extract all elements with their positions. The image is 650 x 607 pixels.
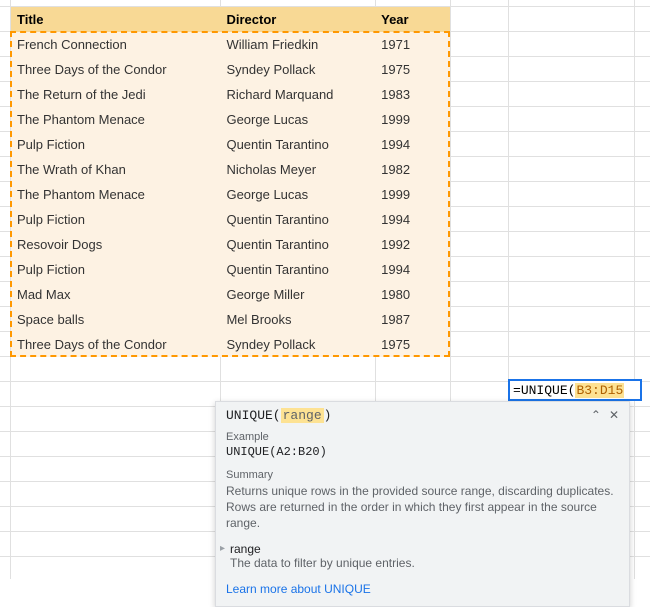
tooltip-param-name: range — [230, 542, 619, 556]
cell-director[interactable]: Quentin Tarantino — [220, 207, 375, 232]
tooltip-example-text: UNIQUE(A2:B20) — [226, 445, 619, 459]
header-title[interactable]: Title — [11, 7, 220, 32]
caret-right-icon: ▸ — [220, 543, 230, 554]
tooltip-summary-label: Summary — [226, 469, 619, 481]
formula-input-cell[interactable]: =UNIQUE(B3:D15 — [508, 379, 642, 401]
cell-title[interactable]: The Phantom Menace — [11, 107, 220, 132]
table-row[interactable]: The Phantom MenaceGeorge Lucas1999 — [11, 182, 450, 207]
table-row[interactable]: The Phantom MenaceGeorge Lucas1999 — [11, 107, 450, 132]
table-header-row: Title Director Year — [11, 7, 450, 32]
table-row[interactable]: Mad MaxGeorge Miller1980 — [11, 282, 450, 307]
cell-title[interactable]: Mad Max — [11, 282, 220, 307]
formula-equals: = — [513, 383, 521, 398]
cell-year[interactable]: 1980 — [375, 282, 450, 307]
cell-year[interactable]: 1983 — [375, 82, 450, 107]
cell-year[interactable]: 1975 — [375, 332, 450, 357]
cell-director[interactable]: Richard Marquand — [220, 82, 375, 107]
cell-director[interactable]: Quentin Tarantino — [220, 232, 375, 257]
table-body: French ConnectionWilliam Friedkin1971Thr… — [11, 32, 450, 357]
data-table: Title Director Year French ConnectionWil… — [10, 6, 450, 357]
formula-function-name: UNIQUE — [521, 383, 568, 398]
cell-director[interactable]: Syndey Pollack — [220, 332, 375, 357]
function-help-tooltip: UNIQUE(range) ⌃ ✕ Example UNIQUE(A2:B20)… — [215, 401, 630, 607]
table-row[interactable]: Pulp FictionQuentin Tarantino1994 — [11, 132, 450, 157]
tooltip-example-label: Example — [226, 431, 619, 443]
header-year[interactable]: Year — [375, 7, 450, 32]
formula-open-paren: ( — [568, 383, 576, 398]
tooltip-link-section: Learn more about UNIQUE — [216, 576, 629, 606]
cell-year[interactable]: 1992 — [375, 232, 450, 257]
learn-more-link[interactable]: Learn more about UNIQUE — [226, 582, 371, 596]
cell-title[interactable]: Pulp Fiction — [11, 132, 220, 157]
cell-director[interactable]: Nicholas Meyer — [220, 157, 375, 182]
cell-title[interactable]: Space balls — [11, 307, 220, 332]
tooltip-signature-close: ) — [324, 408, 332, 423]
table-row[interactable]: The Wrath of KhanNicholas Meyer1982 — [11, 157, 450, 182]
cell-year[interactable]: 1971 — [375, 32, 450, 57]
tooltip-summary-section: Summary Returns unique rows in the provi… — [216, 465, 629, 538]
close-icon[interactable]: ✕ — [609, 408, 619, 423]
cell-director[interactable]: Quentin Tarantino — [220, 132, 375, 157]
cell-director[interactable]: George Lucas — [220, 182, 375, 207]
cell-title[interactable]: The Phantom Menace — [11, 182, 220, 207]
tooltip-header: UNIQUE(range) ⌃ ✕ — [216, 402, 629, 427]
formula-range-ref: B3:D15 — [575, 383, 624, 398]
chevron-up-icon[interactable]: ⌃ — [591, 408, 601, 423]
tooltip-param-desc: The data to filter by unique entries. — [230, 556, 619, 570]
cell-title[interactable]: French Connection — [11, 32, 220, 57]
table-row[interactable]: Pulp FictionQuentin Tarantino1994 — [11, 257, 450, 282]
cell-director[interactable]: William Friedkin — [220, 32, 375, 57]
cell-title[interactable]: Pulp Fiction — [11, 257, 220, 282]
cell-year[interactable]: 1982 — [375, 157, 450, 182]
table-row[interactable]: French ConnectionWilliam Friedkin1971 — [11, 32, 450, 57]
cell-year[interactable]: 1987 — [375, 307, 450, 332]
cell-year[interactable]: 1994 — [375, 257, 450, 282]
cell-title[interactable]: The Return of the Jedi — [11, 82, 220, 107]
cell-year[interactable]: 1994 — [375, 132, 450, 157]
cell-year[interactable]: 1999 — [375, 182, 450, 207]
cell-title[interactable]: The Wrath of Khan — [11, 157, 220, 182]
tooltip-param-section: ▸ range The data to filter by unique ent… — [216, 538, 629, 576]
cell-director[interactable]: Mel Brooks — [220, 307, 375, 332]
cell-director[interactable]: George Miller — [220, 282, 375, 307]
cell-director[interactable]: Quentin Tarantino — [220, 257, 375, 282]
table-row[interactable]: Space ballsMel Brooks1987 — [11, 307, 450, 332]
tooltip-signature-fn: UNIQUE( — [226, 408, 281, 423]
table-row[interactable]: The Return of the JediRichard Marquand19… — [11, 82, 450, 107]
cell-title[interactable]: Three Days of the Condor — [11, 332, 220, 357]
table-row[interactable]: Resovoir DogsQuentin Tarantino1992 — [11, 232, 450, 257]
cell-director[interactable]: Syndey Pollack — [220, 57, 375, 82]
tooltip-signature-arg: range — [281, 408, 324, 423]
tooltip-example-section: Example UNIQUE(A2:B20) — [216, 427, 629, 465]
cell-director[interactable]: George Lucas — [220, 107, 375, 132]
header-director[interactable]: Director — [220, 7, 375, 32]
table-row[interactable]: Pulp FictionQuentin Tarantino1994 — [11, 207, 450, 232]
table-row[interactable]: Three Days of the CondorSyndey Pollack19… — [11, 332, 450, 357]
cell-year[interactable]: 1975 — [375, 57, 450, 82]
table-row[interactable]: Three Days of the CondorSyndey Pollack19… — [11, 57, 450, 82]
cell-title[interactable]: Pulp Fiction — [11, 207, 220, 232]
cell-title[interactable]: Resovoir Dogs — [11, 232, 220, 257]
cell-year[interactable]: 1999 — [375, 107, 450, 132]
cell-title[interactable]: Three Days of the Condor — [11, 57, 220, 82]
cell-year[interactable]: 1994 — [375, 207, 450, 232]
tooltip-summary-text: Returns unique rows in the provided sour… — [226, 483, 619, 532]
